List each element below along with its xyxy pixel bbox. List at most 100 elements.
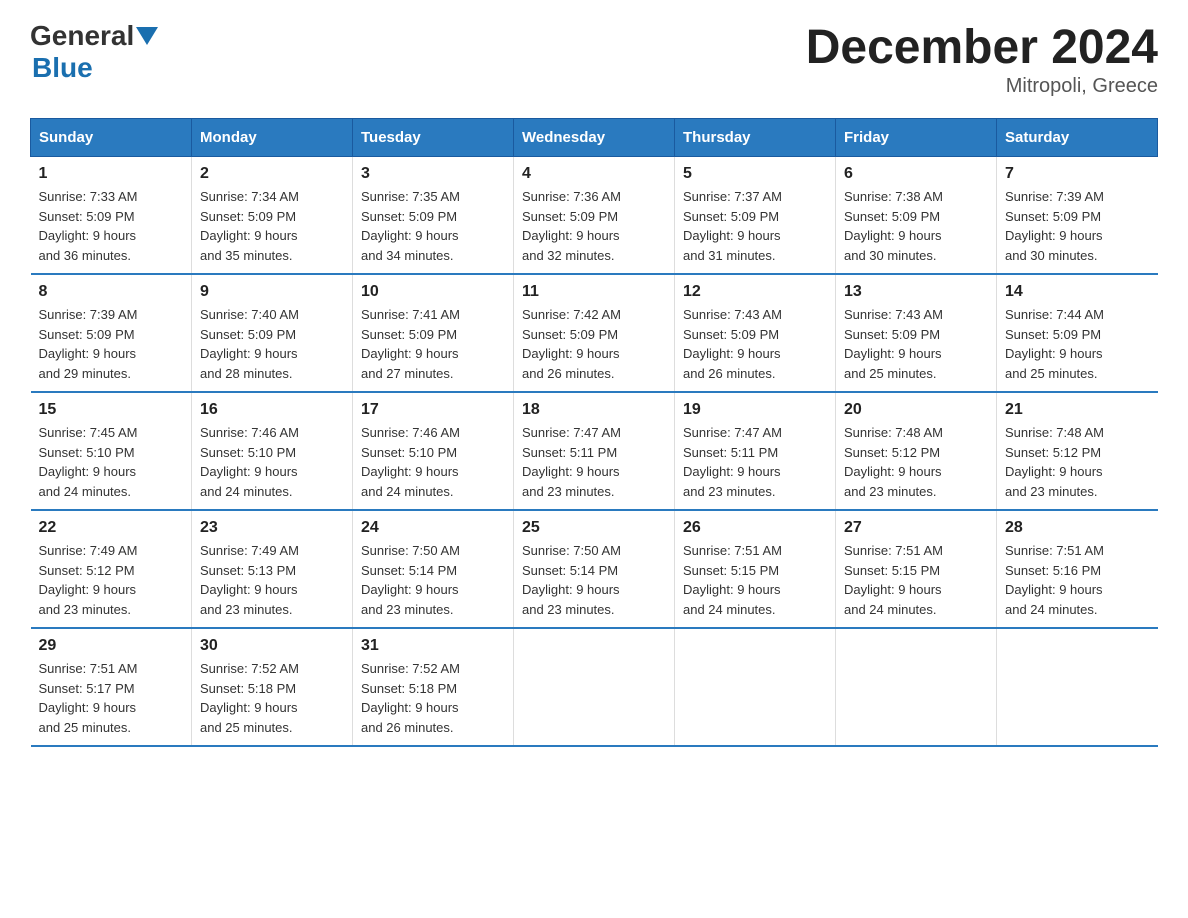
day-info: Sunrise: 7:51 AM Sunset: 5:15 PM Dayligh…	[844, 541, 988, 619]
calendar-cell: 18 Sunrise: 7:47 AM Sunset: 5:11 PM Dayl…	[514, 392, 675, 510]
day-number: 24	[361, 519, 505, 537]
calendar-cell: 8 Sunrise: 7:39 AM Sunset: 5:09 PM Dayli…	[31, 274, 192, 392]
calendar-cell: 14 Sunrise: 7:44 AM Sunset: 5:09 PM Dayl…	[997, 274, 1158, 392]
calendar-cell	[514, 628, 675, 746]
day-info: Sunrise: 7:52 AM Sunset: 5:18 PM Dayligh…	[200, 659, 344, 737]
day-info: Sunrise: 7:33 AM Sunset: 5:09 PM Dayligh…	[39, 187, 184, 265]
day-number: 5	[683, 165, 827, 183]
calendar-cell	[836, 628, 997, 746]
day-info: Sunrise: 7:38 AM Sunset: 5:09 PM Dayligh…	[844, 187, 988, 265]
day-number: 30	[200, 637, 344, 655]
calendar-title: December 2024	[806, 20, 1158, 75]
day-number: 19	[683, 401, 827, 419]
logo: General Blue	[30, 20, 158, 84]
week-row-5: 29 Sunrise: 7:51 AM Sunset: 5:17 PM Dayl…	[31, 628, 1158, 746]
week-row-2: 8 Sunrise: 7:39 AM Sunset: 5:09 PM Dayli…	[31, 274, 1158, 392]
day-number: 25	[522, 519, 666, 537]
day-info: Sunrise: 7:39 AM Sunset: 5:09 PM Dayligh…	[1005, 187, 1150, 265]
weekday-header-tuesday: Tuesday	[353, 119, 514, 157]
logo-blue-text: Blue	[32, 52, 93, 83]
day-number: 31	[361, 637, 505, 655]
calendar-cell	[997, 628, 1158, 746]
day-number: 29	[39, 637, 184, 655]
calendar-subtitle: Mitropoli, Greece	[806, 75, 1158, 98]
day-number: 11	[522, 283, 666, 301]
day-number: 14	[1005, 283, 1150, 301]
day-number: 9	[200, 283, 344, 301]
weekday-header-wednesday: Wednesday	[514, 119, 675, 157]
day-info: Sunrise: 7:52 AM Sunset: 5:18 PM Dayligh…	[361, 659, 505, 737]
calendar-cell: 17 Sunrise: 7:46 AM Sunset: 5:10 PM Dayl…	[353, 392, 514, 510]
day-number: 23	[200, 519, 344, 537]
calendar-table: SundayMondayTuesdayWednesdayThursdayFrid…	[30, 118, 1158, 747]
day-info: Sunrise: 7:51 AM Sunset: 5:15 PM Dayligh…	[683, 541, 827, 619]
calendar-cell: 11 Sunrise: 7:42 AM Sunset: 5:09 PM Dayl…	[514, 274, 675, 392]
day-info: Sunrise: 7:40 AM Sunset: 5:09 PM Dayligh…	[200, 305, 344, 383]
calendar-cell: 24 Sunrise: 7:50 AM Sunset: 5:14 PM Dayl…	[353, 510, 514, 628]
day-info: Sunrise: 7:50 AM Sunset: 5:14 PM Dayligh…	[522, 541, 666, 619]
day-info: Sunrise: 7:45 AM Sunset: 5:10 PM Dayligh…	[39, 423, 184, 501]
day-number: 1	[39, 165, 184, 183]
day-number: 12	[683, 283, 827, 301]
logo-general-text: General	[30, 20, 134, 52]
day-info: Sunrise: 7:42 AM Sunset: 5:09 PM Dayligh…	[522, 305, 666, 383]
calendar-cell: 12 Sunrise: 7:43 AM Sunset: 5:09 PM Dayl…	[675, 274, 836, 392]
day-info: Sunrise: 7:46 AM Sunset: 5:10 PM Dayligh…	[361, 423, 505, 501]
day-number: 20	[844, 401, 988, 419]
calendar-cell	[675, 628, 836, 746]
day-number: 15	[39, 401, 184, 419]
day-info: Sunrise: 7:35 AM Sunset: 5:09 PM Dayligh…	[361, 187, 505, 265]
calendar-cell: 9 Sunrise: 7:40 AM Sunset: 5:09 PM Dayli…	[192, 274, 353, 392]
day-number: 10	[361, 283, 505, 301]
day-number: 13	[844, 283, 988, 301]
week-row-3: 15 Sunrise: 7:45 AM Sunset: 5:10 PM Dayl…	[31, 392, 1158, 510]
page-header: General Blue December 2024 Mitropoli, Gr…	[30, 20, 1158, 98]
day-info: Sunrise: 7:48 AM Sunset: 5:12 PM Dayligh…	[1005, 423, 1150, 501]
day-info: Sunrise: 7:41 AM Sunset: 5:09 PM Dayligh…	[361, 305, 505, 383]
calendar-cell: 13 Sunrise: 7:43 AM Sunset: 5:09 PM Dayl…	[836, 274, 997, 392]
calendar-cell: 30 Sunrise: 7:52 AM Sunset: 5:18 PM Dayl…	[192, 628, 353, 746]
day-info: Sunrise: 7:47 AM Sunset: 5:11 PM Dayligh…	[683, 423, 827, 501]
calendar-cell: 1 Sunrise: 7:33 AM Sunset: 5:09 PM Dayli…	[31, 157, 192, 275]
calendar-cell: 29 Sunrise: 7:51 AM Sunset: 5:17 PM Dayl…	[31, 628, 192, 746]
calendar-cell: 3 Sunrise: 7:35 AM Sunset: 5:09 PM Dayli…	[353, 157, 514, 275]
calendar-cell: 2 Sunrise: 7:34 AM Sunset: 5:09 PM Dayli…	[192, 157, 353, 275]
weekday-header-saturday: Saturday	[997, 119, 1158, 157]
day-info: Sunrise: 7:36 AM Sunset: 5:09 PM Dayligh…	[522, 187, 666, 265]
calendar-cell: 25 Sunrise: 7:50 AM Sunset: 5:14 PM Dayl…	[514, 510, 675, 628]
calendar-cell: 31 Sunrise: 7:52 AM Sunset: 5:18 PM Dayl…	[353, 628, 514, 746]
day-number: 17	[361, 401, 505, 419]
calendar-cell: 10 Sunrise: 7:41 AM Sunset: 5:09 PM Dayl…	[353, 274, 514, 392]
day-info: Sunrise: 7:49 AM Sunset: 5:12 PM Dayligh…	[39, 541, 184, 619]
calendar-cell: 23 Sunrise: 7:49 AM Sunset: 5:13 PM Dayl…	[192, 510, 353, 628]
day-info: Sunrise: 7:51 AM Sunset: 5:16 PM Dayligh…	[1005, 541, 1150, 619]
day-info: Sunrise: 7:46 AM Sunset: 5:10 PM Dayligh…	[200, 423, 344, 501]
day-number: 16	[200, 401, 344, 419]
day-number: 21	[1005, 401, 1150, 419]
day-number: 18	[522, 401, 666, 419]
calendar-cell: 15 Sunrise: 7:45 AM Sunset: 5:10 PM Dayl…	[31, 392, 192, 510]
day-info: Sunrise: 7:49 AM Sunset: 5:13 PM Dayligh…	[200, 541, 344, 619]
title-block: December 2024 Mitropoli, Greece	[806, 20, 1158, 98]
weekday-header-friday: Friday	[836, 119, 997, 157]
day-info: Sunrise: 7:43 AM Sunset: 5:09 PM Dayligh…	[844, 305, 988, 383]
day-number: 22	[39, 519, 184, 537]
weekday-header-sunday: Sunday	[31, 119, 192, 157]
day-number: 2	[200, 165, 344, 183]
calendar-cell: 27 Sunrise: 7:51 AM Sunset: 5:15 PM Dayl…	[836, 510, 997, 628]
day-info: Sunrise: 7:50 AM Sunset: 5:14 PM Dayligh…	[361, 541, 505, 619]
day-info: Sunrise: 7:47 AM Sunset: 5:11 PM Dayligh…	[522, 423, 666, 501]
day-info: Sunrise: 7:48 AM Sunset: 5:12 PM Dayligh…	[844, 423, 988, 501]
weekday-header-monday: Monday	[192, 119, 353, 157]
day-number: 28	[1005, 519, 1150, 537]
calendar-cell: 22 Sunrise: 7:49 AM Sunset: 5:12 PM Dayl…	[31, 510, 192, 628]
calendar-cell: 5 Sunrise: 7:37 AM Sunset: 5:09 PM Dayli…	[675, 157, 836, 275]
day-number: 27	[844, 519, 988, 537]
day-info: Sunrise: 7:39 AM Sunset: 5:09 PM Dayligh…	[39, 305, 184, 383]
day-number: 26	[683, 519, 827, 537]
calendar-cell: 28 Sunrise: 7:51 AM Sunset: 5:16 PM Dayl…	[997, 510, 1158, 628]
day-info: Sunrise: 7:37 AM Sunset: 5:09 PM Dayligh…	[683, 187, 827, 265]
day-number: 4	[522, 165, 666, 183]
calendar-cell: 4 Sunrise: 7:36 AM Sunset: 5:09 PM Dayli…	[514, 157, 675, 275]
day-number: 7	[1005, 165, 1150, 183]
